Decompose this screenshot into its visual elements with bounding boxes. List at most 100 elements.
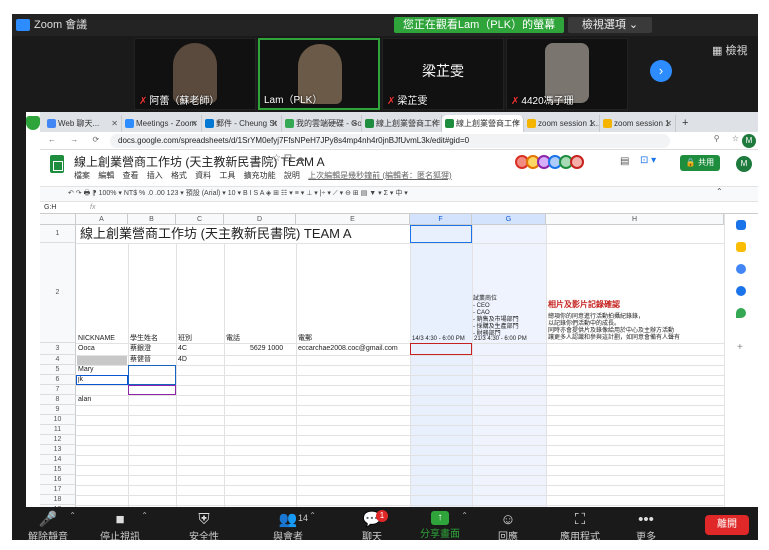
close-tab-icon[interactable]: ✕ bbox=[431, 115, 438, 132]
close-tab-icon[interactable]: ✕ bbox=[665, 115, 672, 132]
participants-button[interactable]: 👥 14 ⌃ 與會者 bbox=[258, 511, 318, 540]
table-cell[interactable]: 5629 1000 bbox=[250, 344, 283, 354]
menu-file[interactable]: 檔案 bbox=[74, 171, 90, 180]
row-header[interactable]: 5 bbox=[40, 365, 76, 375]
add-addon-icon[interactable]: + bbox=[737, 342, 743, 353]
browser-tab[interactable]: zoom session 1 ✕ bbox=[600, 115, 676, 132]
formatting-toolbar[interactable]: ↶ ↷ 🖶 ⁋ 100% ▾ NT$ % .0 .00 123 ▾ 預設 (Ar… bbox=[40, 186, 758, 202]
row-header[interactable]: 11 bbox=[40, 425, 76, 435]
sheets-logo-icon[interactable] bbox=[50, 155, 64, 173]
browser-tab[interactable]: zoom session 1... ✕ bbox=[524, 115, 600, 132]
close-tab-icon[interactable]: ✕ bbox=[271, 115, 278, 132]
table-cell-gray[interactable] bbox=[77, 356, 127, 365]
row-header[interactable]: 3 bbox=[40, 343, 76, 355]
close-tab-icon[interactable]: ✕ bbox=[589, 115, 596, 132]
table-cell[interactable]: Ooca bbox=[78, 344, 95, 354]
row-header[interactable]: 14 bbox=[40, 455, 76, 465]
close-tab-icon[interactable]: ✕ bbox=[513, 115, 520, 132]
column-header[interactable]: C bbox=[176, 214, 224, 225]
row-header[interactable]: 6 bbox=[40, 375, 76, 385]
row-header[interactable]: 8 bbox=[40, 395, 76, 405]
share-screen-button[interactable]: ↑ ⌃ 分享畫面 bbox=[410, 511, 470, 540]
participant-tile[interactable]: ✗ 4420馮子珊 bbox=[506, 38, 628, 110]
table-cell[interactable]: Mary bbox=[78, 365, 94, 375]
menu-tools[interactable]: 工具 bbox=[219, 171, 235, 180]
header-cell[interactable]: 21/3 4:30 - 6:00 PM bbox=[474, 334, 527, 344]
menu-format[interactable]: 格式 bbox=[171, 171, 187, 180]
menu-data[interactable]: 資料 bbox=[195, 171, 211, 180]
row-header[interactable]: 13 bbox=[40, 445, 76, 455]
bookmark-star-icon[interactable]: ⚲ ☆ bbox=[714, 134, 744, 143]
column-header[interactable]: F bbox=[410, 214, 472, 225]
consent-text-cell[interactable]: 總項你的同意進行活動拍攝紀錄錄， 以記錄你們活動中的成長。 同時亦會提供片及錄像給用… bbox=[548, 314, 680, 342]
close-tab-icon[interactable]: ✕ bbox=[111, 115, 118, 132]
row-header[interactable]: 2 bbox=[40, 243, 76, 343]
account-avatar[interactable]: M bbox=[736, 156, 752, 172]
column-header[interactable]: A bbox=[76, 214, 128, 225]
browser-tab[interactable]: Meetings - Zoom ✕ bbox=[122, 115, 202, 132]
keep-icon[interactable] bbox=[736, 242, 746, 252]
more-button[interactable]: ••• 更多 bbox=[616, 511, 676, 540]
view-options-button[interactable]: 檢視選項 ⌄ bbox=[568, 17, 652, 33]
browser-tab[interactable]: 線上創業營商工作 ✕ bbox=[362, 115, 442, 132]
browser-tab[interactable]: Web 聊天... ✕ bbox=[44, 115, 122, 132]
gallery-view-button[interactable]: ▦ 檢視 bbox=[712, 42, 747, 58]
column-header[interactable]: G bbox=[472, 214, 546, 225]
row-header[interactable]: 18 bbox=[40, 495, 76, 505]
browser-tab[interactable]: 郵件 - Cheung St ✕ bbox=[202, 115, 282, 132]
column-header[interactable]: H bbox=[546, 214, 724, 225]
row-header[interactable]: 10 bbox=[40, 415, 76, 425]
browser-tab-active[interactable]: 線上創業營商工作 ✕ bbox=[442, 115, 524, 132]
consent-title-cell[interactable]: 相片及影片記錄確認 bbox=[548, 300, 620, 310]
contacts-icon[interactable] bbox=[736, 286, 746, 296]
header-cell[interactable]: 電郵 bbox=[298, 334, 312, 344]
row-header[interactable]: 16 bbox=[40, 475, 76, 485]
header-cell[interactable]: 學生姓名 bbox=[130, 334, 158, 344]
row-header[interactable]: 12 bbox=[40, 435, 76, 445]
header-cell[interactable]: NICKNAME bbox=[78, 334, 115, 344]
close-tab-icon[interactable]: ✕ bbox=[191, 115, 198, 132]
spreadsheet-grid[interactable]: A B C D E F G H 1 2 3 4 5 6 7 8 9 10 11 … bbox=[40, 214, 724, 507]
select-all-corner[interactable] bbox=[40, 214, 76, 225]
header-cell[interactable]: 班別 bbox=[178, 334, 192, 344]
next-page-icon[interactable]: › bbox=[650, 60, 672, 82]
dept-header-cell[interactable]: 試業崗位 - CEO - CAO - 銷售及市場部門 - 採購及生產部門 - 財務部門 bbox=[473, 296, 519, 338]
table-cell[interactable]: 蔡健晉 bbox=[130, 355, 151, 365]
profile-avatar[interactable]: M bbox=[742, 134, 756, 148]
close-tab-icon[interactable]: ✕ bbox=[351, 115, 358, 132]
maps-icon[interactable] bbox=[736, 308, 746, 318]
unmute-button[interactable]: 🎤 ⌃ 解除靜音 bbox=[18, 511, 78, 540]
column-header[interactable]: E bbox=[296, 214, 410, 225]
participant-tile[interactable]: 梁芷雯 ✗ 梁芷雯 bbox=[382, 38, 504, 110]
comments-icon[interactable]: ▤ bbox=[620, 156, 629, 167]
table-cell[interactable]: 4C bbox=[178, 344, 187, 354]
url-field[interactable]: docs.google.com/spreadsheets/d/1SrYM0efy… bbox=[110, 134, 670, 148]
calendar-icon[interactable] bbox=[736, 220, 746, 230]
sheet-banner-title[interactable]: 線上創業營商工作坊 (天主教新民書院) TEAM A bbox=[80, 226, 352, 242]
row-header[interactable]: 9 bbox=[40, 405, 76, 415]
table-cell[interactable]: alan bbox=[78, 395, 91, 405]
star-icon[interactable]: ☆ ⊡ ☁ bbox=[272, 153, 305, 164]
active-cell[interactable] bbox=[410, 225, 472, 243]
row-header[interactable]: 15 bbox=[40, 465, 76, 475]
participant-tile-active-speaker[interactable]: Lam（PLK） bbox=[258, 38, 380, 110]
security-button[interactable]: ⛨ 安全性 bbox=[174, 511, 234, 540]
apps-button[interactable]: ⛶ 應用程式 bbox=[550, 511, 610, 540]
menu-help[interactable]: 說明 bbox=[284, 171, 300, 180]
row-header[interactable]: 7 bbox=[40, 385, 76, 395]
header-cell[interactable]: 電話 bbox=[226, 334, 240, 344]
share-button[interactable]: 🔒 共用 bbox=[680, 155, 720, 171]
menu-insert[interactable]: 插入 bbox=[147, 171, 163, 180]
chat-button[interactable]: 💬 1 聊天 bbox=[342, 510, 402, 540]
menu-edit[interactable]: 編輯 bbox=[98, 171, 114, 180]
menu-extensions[interactable]: 擴充功能 bbox=[244, 171, 276, 180]
name-box[interactable]: G:H bbox=[44, 202, 56, 214]
participant-tile[interactable]: ✗ 阿蕾（蘇老師） bbox=[134, 38, 256, 110]
menu-view[interactable]: 查看 bbox=[122, 171, 138, 180]
reactions-button[interactable]: ☺ 回應 bbox=[478, 511, 538, 540]
browser-tab[interactable]: 我的雲端硬碟 - Go ✕ bbox=[282, 115, 362, 132]
stop-video-button[interactable]: ■ ⌃ 停止視訊 bbox=[90, 511, 150, 540]
table-cell[interactable]: 4D bbox=[178, 355, 187, 365]
table-cell[interactable]: 蔡銀澄 bbox=[130, 344, 151, 354]
row-header[interactable]: 17 bbox=[40, 485, 76, 495]
